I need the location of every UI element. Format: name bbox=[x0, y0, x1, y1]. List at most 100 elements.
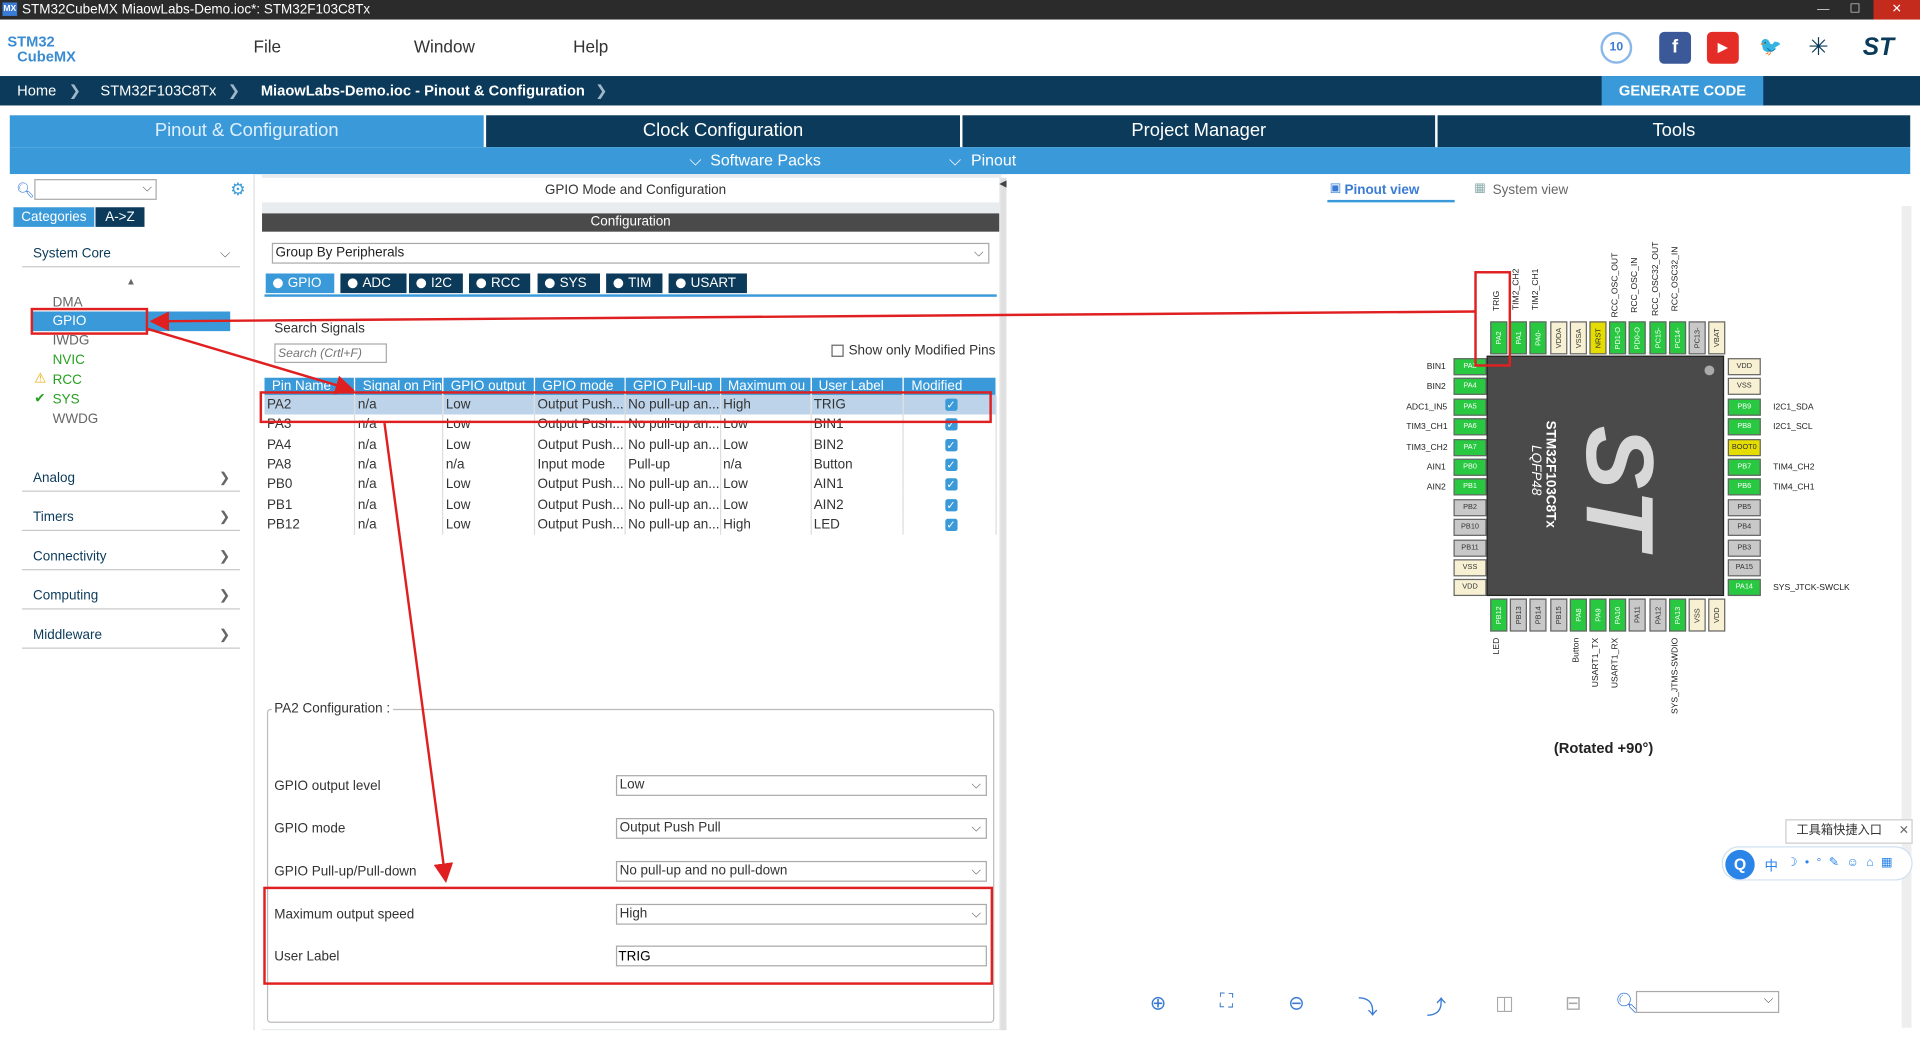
modified-checkbox[interactable]: ✓ bbox=[944, 458, 958, 471]
facebook-icon[interactable]: f bbox=[1659, 31, 1692, 64]
table-row[interactable]: PA4 n/a Low Output Push... No pull-up an... L… bbox=[264, 434, 997, 455]
modified-checkbox[interactable]: ✓ bbox=[944, 518, 958, 531]
minimize-button[interactable]: — bbox=[1807, 0, 1839, 20]
list-item-dma[interactable]: DMA bbox=[53, 294, 83, 311]
list-item-rcc[interactable]: RCC bbox=[53, 372, 82, 389]
column-header[interactable]: GPIO output bbox=[442, 377, 536, 395]
pin-label[interactable]: BIN1 bbox=[1427, 363, 1446, 372]
pin-top-pa1[interactable]: PA1 bbox=[1510, 321, 1528, 355]
pin-top-pa2[interactable]: PA2 bbox=[1490, 321, 1508, 355]
pin-top-pa0-[interactable]: PA0- bbox=[1529, 321, 1548, 355]
pin-top-pc14-[interactable]: PC14- bbox=[1668, 321, 1686, 355]
pin-right-pb8[interactable]: PB8 bbox=[1727, 418, 1761, 436]
pin-label[interactable]: TIM4_CH2 bbox=[1773, 464, 1814, 473]
pin-bottom-pa10[interactable]: PA10 bbox=[1609, 598, 1627, 632]
tab-project-manager[interactable]: Project Manager bbox=[962, 115, 1436, 148]
list-item-nvic[interactable]: NVIC bbox=[53, 352, 85, 369]
ime-tools-icons[interactable]: ☽•°✎☺⌂▦ bbox=[1787, 856, 1900, 869]
pin-left-pa4[interactable]: PA4 bbox=[1453, 378, 1487, 396]
pin-left-pb2[interactable]: PB2 bbox=[1453, 498, 1487, 517]
maximize-button[interactable]: ☐ bbox=[1839, 0, 1871, 20]
generate-code-button[interactable]: GENERATE CODE bbox=[1601, 76, 1764, 106]
software-packs-menu[interactable]: Software Packs bbox=[710, 151, 821, 169]
table-row[interactable]: PA2 n/a Low Output Push... No pull-up an... H… bbox=[264, 394, 997, 415]
modified-checkbox[interactable]: ✓ bbox=[944, 418, 958, 432]
column-header[interactable]: Maximum ou bbox=[720, 377, 812, 395]
modified-checkbox[interactable]: ✓ bbox=[944, 438, 958, 451]
pin-label[interactable]: TIM4_CH1 bbox=[1773, 484, 1814, 493]
pin-left-pb0[interactable]: PB0 bbox=[1453, 458, 1487, 476]
pin-bottom-pa9[interactable]: PA9 bbox=[1589, 598, 1607, 632]
pin-search-select[interactable]: ⌵ bbox=[1635, 990, 1780, 1014]
pin-top-pc13-[interactable]: PC13- bbox=[1688, 321, 1706, 355]
chip-gpio[interactable]: GPIO bbox=[265, 273, 335, 294]
category-middleware[interactable]: Middleware ❯ bbox=[22, 622, 241, 649]
category-search-input[interactable]: ⌵ bbox=[34, 179, 157, 200]
category-connectivity[interactable]: Connectivity ❯ bbox=[22, 543, 241, 571]
category-system-core[interactable]: System Core ⌵ bbox=[22, 240, 241, 268]
zoom-out-icon[interactable]: ⊖ bbox=[1288, 991, 1304, 1016]
menu-help[interactable]: Help bbox=[573, 37, 608, 57]
tab-system-view[interactable]: ▦ System view bbox=[1473, 179, 1583, 202]
pin-label[interactable]: TRIG bbox=[1493, 291, 1502, 312]
twitter-icon[interactable]: 🐦 bbox=[1754, 31, 1787, 64]
tab-pinout-view[interactable]: Pinout view ▣ bbox=[1327, 179, 1455, 203]
pin-label[interactable]: USART1_RX bbox=[1612, 638, 1621, 688]
breadcrumb-home[interactable]: Home bbox=[17, 76, 56, 105]
category-timers[interactable]: Timers ❯ bbox=[22, 504, 241, 532]
tab-categories[interactable]: Categories bbox=[13, 207, 95, 227]
pin-label[interactable]: AIN1 bbox=[1427, 464, 1446, 473]
pin-bottom-vss[interactable]: VSS bbox=[1688, 598, 1706, 632]
pin-bottom-pb13[interactable]: PB13 bbox=[1510, 598, 1528, 632]
chip-i2c[interactable]: I2C bbox=[408, 273, 463, 294]
pin-bottom-pa12[interactable]: PA12 bbox=[1648, 598, 1667, 632]
pin-label[interactable]: TIM3_CH1 bbox=[1406, 423, 1447, 432]
youtube-icon[interactable]: ▶ bbox=[1706, 31, 1739, 64]
pin-label[interactable]: RCC_OSC_IN bbox=[1632, 258, 1641, 313]
ime-chinese-mode[interactable]: 中 bbox=[1765, 856, 1778, 876]
pin-left-pa3[interactable]: PA3 bbox=[1453, 358, 1487, 376]
table-row[interactable]: PA3 n/a Low Output Push... No pull-up an... L… bbox=[264, 414, 997, 435]
pin-bottom-pb12[interactable]: PB12 bbox=[1490, 598, 1508, 632]
pin-label[interactable]: BIN2 bbox=[1427, 383, 1446, 392]
pin-label[interactable]: TIM3_CH2 bbox=[1406, 443, 1447, 452]
ime-toolbox-popup[interactable]: 工具箱快捷入口 ✕ bbox=[1785, 819, 1913, 844]
column-header[interactable]: Pin Name bbox=[264, 377, 356, 395]
rotate-right-icon[interactable]: ⤵ bbox=[1358, 991, 1378, 1020]
category-computing[interactable]: Computing ❯ bbox=[22, 583, 241, 610]
search-signals-input[interactable] bbox=[274, 343, 387, 364]
pin-label[interactable]: USART1_TX bbox=[1592, 638, 1601, 687]
pin-left-vss[interactable]: VSS bbox=[1453, 559, 1487, 577]
pin-right-vdd[interactable]: VDD bbox=[1727, 358, 1761, 376]
gpio-output-level-select[interactable]: Low ⌵ bbox=[615, 775, 987, 796]
gpio-pull-select[interactable]: No pull-up and no pull-down ⌵ bbox=[615, 860, 987, 882]
tab-pinout-configuration[interactable]: Pinout & Configuration bbox=[9, 115, 484, 148]
column-header[interactable]: User Label bbox=[810, 377, 905, 395]
pin-label[interactable]: AIN2 bbox=[1427, 484, 1446, 493]
modified-checkbox[interactable]: ✓ bbox=[944, 478, 958, 491]
tab-tools[interactable]: Tools bbox=[1437, 115, 1911, 148]
pin-label[interactable]: LED bbox=[1493, 638, 1502, 655]
pin-label[interactable]: I2C1_SCL bbox=[1773, 423, 1813, 432]
pin-label[interactable]: I2C1_SDA bbox=[1773, 403, 1814, 412]
tab-clock-configuration[interactable]: Clock Configuration bbox=[486, 115, 961, 148]
pin-label[interactable]: TIM2_CH1 bbox=[1532, 269, 1541, 311]
chip-adc[interactable]: ADC bbox=[340, 273, 407, 294]
pin-left-pa7[interactable]: PA7 bbox=[1453, 438, 1487, 456]
breadcrumb-project[interactable]: MiaowLabs-Demo.ioc - Pinout & Configurat… bbox=[261, 76, 585, 105]
rotate-left-icon[interactable]: ⤴ bbox=[1427, 991, 1447, 1020]
column-header[interactable]: GPIO Pull-up bbox=[625, 377, 721, 395]
ime-toolbar[interactable]: Q 中 ☽•°✎☺⌂▦ bbox=[1721, 846, 1913, 881]
pin-top-pd0-o[interactable]: PD0-O bbox=[1629, 321, 1647, 355]
pinout-menu[interactable]: Pinout bbox=[971, 151, 1016, 169]
chip-rcc[interactable]: RCC bbox=[468, 273, 531, 294]
table-row[interactable]: PB0 n/a Low Output Push... No pull-up an... L… bbox=[264, 474, 997, 495]
close-button[interactable]: ✕ bbox=[1873, 0, 1920, 20]
tab-a-z[interactable]: A->Z bbox=[95, 207, 145, 227]
pin-label[interactable]: TIM2_CH2 bbox=[1512, 269, 1521, 311]
pin-right-pb4[interactable]: PB4 bbox=[1727, 518, 1761, 537]
vertical-scrollbar[interactable] bbox=[1901, 206, 1912, 1028]
pin-bottom-pb14[interactable]: PB14 bbox=[1529, 598, 1548, 632]
pin-right-boot0[interactable]: BOOT0 bbox=[1727, 438, 1761, 456]
pin-label[interactable]: RCC_OSC32_OUT bbox=[1651, 241, 1660, 315]
